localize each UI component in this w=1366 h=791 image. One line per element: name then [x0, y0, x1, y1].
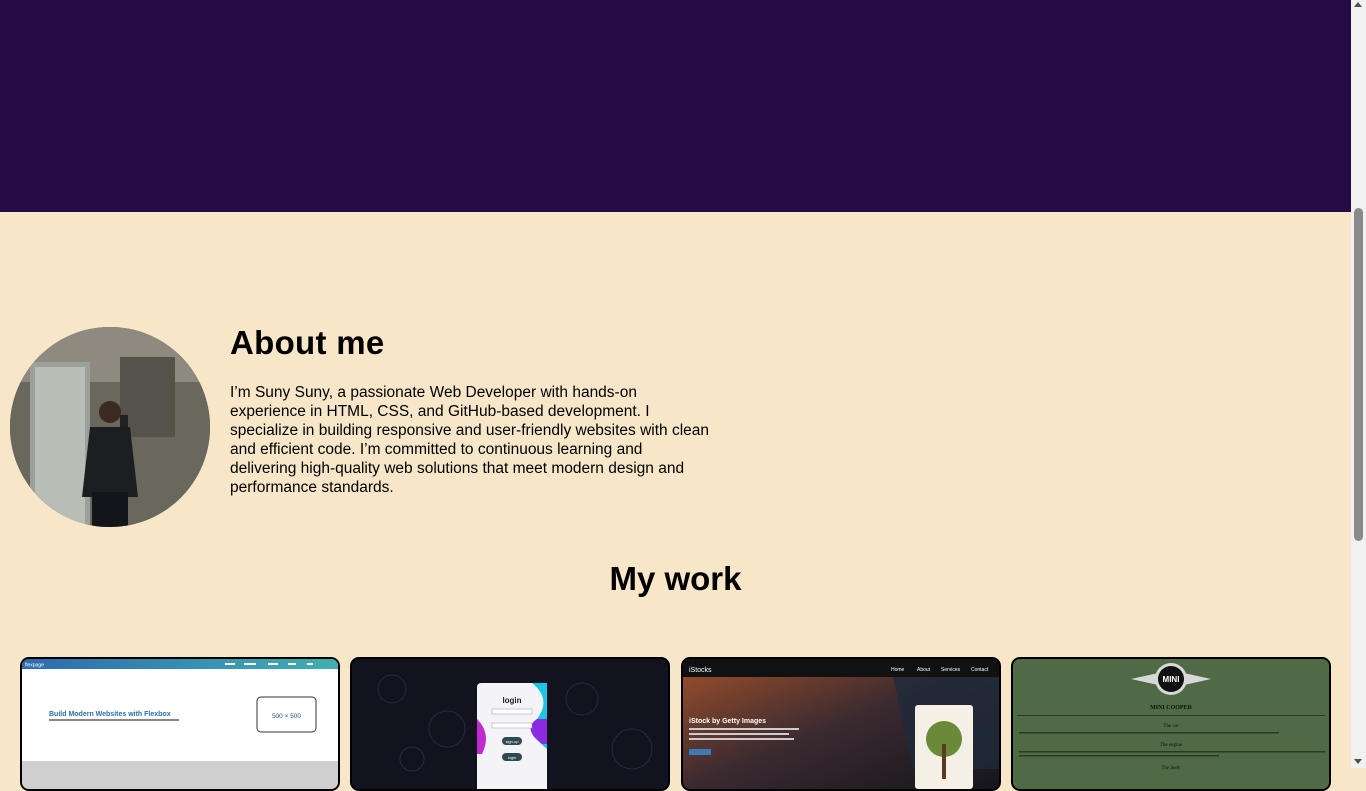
card4-logo: MINI [1163, 675, 1180, 684]
profile-photo [10, 327, 210, 527]
card4-title: MINI COOPER [1150, 705, 1193, 711]
scrollbar-thumb[interactable] [1354, 208, 1363, 541]
scroll-down-arrow-icon[interactable] [1354, 759, 1362, 764]
card3-brand: iStocks [689, 667, 712, 674]
about-title: About me [230, 324, 385, 361]
work-title: My work [609, 560, 742, 597]
card1-box-label: 500 × 500 [272, 713, 301, 720]
card2-button-2: login [508, 755, 516, 760]
card1-heading: Build Modern Websites with Flexbox [49, 711, 171, 718]
hero-banner [0, 0, 1351, 212]
project-thumbnail-flexpage: flexpage Build Modern Websites with Flex… [22, 659, 338, 789]
project-thumbnail-istocks: iStocks Home About Services Contact iSto… [683, 659, 999, 789]
card3-nav-about: About [917, 667, 931, 673]
card4-section-1: The car [1163, 724, 1178, 729]
profile-photo-image [10, 327, 210, 527]
card3-nav-services: Services [941, 667, 961, 673]
scroll-up-arrow-icon[interactable] [1354, 2, 1362, 7]
card4-section-3: The body [1161, 766, 1181, 771]
card3-nav-home: Home [891, 667, 905, 673]
card3-heading: iStock by Getty Images [689, 718, 766, 725]
card2-form-title: login [502, 696, 521, 705]
project-thumbnail-mini-cooper: MINI MINI COOPER The car The engine The … [1013, 659, 1329, 789]
card2-button-1: sign-up [505, 739, 519, 744]
card4-section-2: The engine [1160, 743, 1183, 748]
project-thumbnail-login: login sign-up login [352, 659, 668, 789]
project-card-mini-cooper[interactable]: MINI MINI COOPER The car The engine The … [1011, 657, 1331, 791]
project-card-flexpage[interactable]: flexpage Build Modern Websites with Flex… [20, 657, 340, 791]
project-card-istocks[interactable]: iStocks Home About Services Contact iSto… [681, 657, 1001, 791]
about-description: I’m Suny Suny, a passionate Web Develope… [230, 384, 710, 496]
card1-brand: flexpage [25, 663, 44, 669]
project-card-login[interactable]: login sign-up login [350, 657, 670, 791]
card3-nav-contact: Contact [971, 667, 989, 673]
